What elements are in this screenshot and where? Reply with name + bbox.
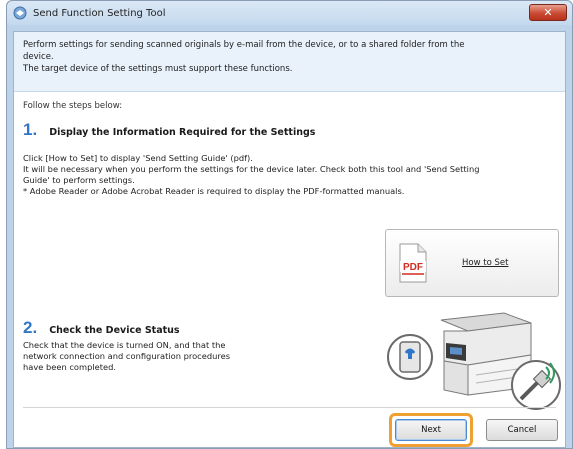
step-1-heading: 1. Display the Information Required for … bbox=[23, 120, 315, 140]
header-line-3: The target device of the settings must s… bbox=[23, 64, 293, 74]
cancel-button[interactable]: Cancel bbox=[486, 419, 558, 441]
how-to-set-label: How to Set bbox=[462, 258, 509, 268]
step-2-title: Check the Device Status bbox=[49, 325, 180, 336]
step-2-heading: 2. Check the Device Status bbox=[23, 318, 180, 338]
description-header: Perform settings for sending scanned ori… bbox=[14, 32, 565, 92]
step-2-number: 2. bbox=[23, 318, 38, 337]
how-to-set-button[interactable]: PDF How to Set bbox=[385, 229, 559, 297]
follow-steps-label: Follow the steps below: bbox=[23, 101, 123, 111]
step-2-line-1: Check that the device is turned ON, and … bbox=[23, 340, 226, 350]
footer-divider bbox=[23, 407, 556, 408]
step-1-line-3: Guide' to perform settings. bbox=[23, 175, 135, 185]
step-1-line-4: * Adobe Reader or Adobe Acrobat Reader i… bbox=[23, 186, 405, 196]
step-2-description: Check that the device is turned ON, and … bbox=[23, 340, 293, 373]
header-line-1: Perform settings for sending scanned ori… bbox=[23, 40, 465, 50]
step-1-number: 1. bbox=[23, 120, 38, 139]
app-icon bbox=[13, 6, 27, 20]
next-button[interactable]: Next bbox=[395, 419, 467, 441]
step-1-line-1: Click [How to Set] to display 'Send Sett… bbox=[23, 153, 253, 163]
step-1-line-2: It will be necessary when you perform th… bbox=[23, 164, 480, 174]
window-title: Send Function Setting Tool bbox=[33, 7, 166, 19]
network-cable-icon bbox=[511, 360, 561, 410]
close-icon: ✕ bbox=[543, 6, 553, 19]
power-button-icon bbox=[387, 334, 433, 380]
step-1-title: Display the Information Required for the… bbox=[49, 127, 316, 138]
pdf-icon-text: PDF bbox=[403, 262, 423, 273]
step-2-line-3: have been completed. bbox=[23, 362, 117, 372]
title-bar[interactable]: Send Function Setting Tool ✕ bbox=[7, 1, 572, 25]
device-status-illustration bbox=[387, 312, 561, 410]
header-line-2: device. bbox=[23, 52, 54, 62]
client-area: Perform settings for sending scanned ori… bbox=[13, 31, 566, 448]
step-1-description: Click [How to Set] to display 'Send Sett… bbox=[23, 153, 571, 197]
app-window: Send Function Setting Tool ✕ Perform set… bbox=[6, 0, 573, 449]
pdf-document-icon: PDF bbox=[399, 243, 427, 283]
step-2-line-2: network connection and configuration pro… bbox=[23, 351, 231, 361]
close-button[interactable]: ✕ bbox=[529, 4, 567, 21]
